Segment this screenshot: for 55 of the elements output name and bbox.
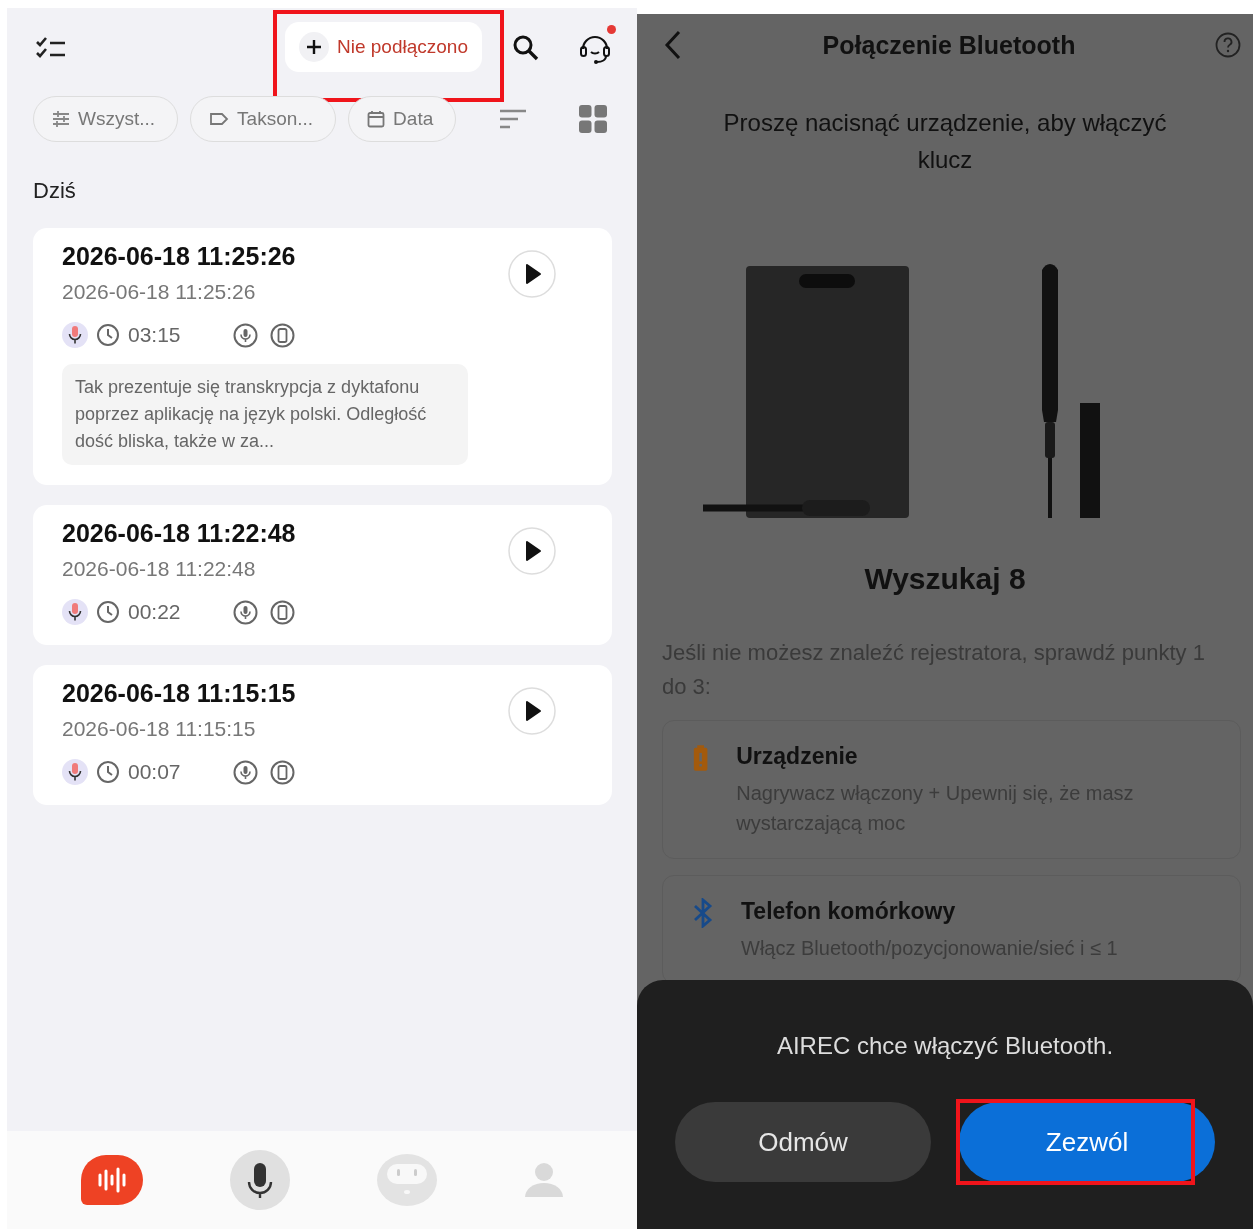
checklist-icon[interactable] bbox=[35, 36, 67, 60]
section-title: Dziś bbox=[32, 177, 77, 205]
recording-date: 2026-06-18 11:15:15 bbox=[62, 717, 257, 741]
recording-date: 2026-06-18 11:25:26 bbox=[62, 280, 257, 304]
transcript-excerpt: Tak prezentuje się transkrypcja z dyktafonu poprzez aplikację na język polski. Odległość dość bliska, także w za... bbox=[62, 364, 468, 465]
recording-title: 2026-06-18 11:22:48 bbox=[62, 519, 297, 548]
bluetooth-icon bbox=[693, 898, 713, 928]
microphone-avatar-icon bbox=[62, 759, 88, 785]
search-icon[interactable] bbox=[512, 34, 540, 62]
clock-icon bbox=[96, 760, 120, 784]
play-button[interactable] bbox=[508, 687, 556, 735]
tip-title: Urządzenie bbox=[736, 743, 859, 770]
recording-title: 2026-06-18 11:15:15 bbox=[62, 679, 297, 708]
microphone-icon bbox=[232, 759, 258, 785]
sort-icon[interactable] bbox=[499, 108, 527, 130]
connect-label: Nie podłączono bbox=[337, 36, 468, 58]
microphone-icon bbox=[232, 322, 258, 348]
filter-chip[interactable]: Wszyst... bbox=[33, 96, 179, 142]
clock-icon bbox=[96, 323, 120, 347]
recordings-tab-icon[interactable] bbox=[80, 1155, 143, 1205]
filter-chip[interactable]: Data bbox=[348, 96, 457, 142]
recording-card[interactable]: 2026-06-18 11:25:26 2026-06-18 11:25:26 03:15 Tak prezentuje się transkrypcja z dyktafonu poprzez aplikację na język polski. Odległość dość bliska, także w za... bbox=[33, 228, 612, 485]
phone-icon bbox=[269, 759, 295, 785]
screen-title: Połączenie Bluetooth bbox=[821, 30, 1077, 60]
plus-icon bbox=[299, 32, 329, 62]
search-status: Wyszukaj 8 bbox=[864, 562, 1026, 596]
microphone-avatar-icon bbox=[62, 599, 88, 625]
microphone-tab-icon[interactable] bbox=[229, 1150, 290, 1210]
tag-icon bbox=[209, 112, 230, 126]
duration-text: 00:07 bbox=[128, 760, 181, 784]
microphone-icon bbox=[232, 599, 258, 625]
help-icon[interactable] bbox=[1215, 32, 1241, 58]
tip-title: Telefon komórkowy bbox=[741, 898, 957, 925]
play-button[interactable] bbox=[508, 527, 556, 575]
allow-button[interactable]: Zezwól bbox=[959, 1102, 1215, 1182]
duration-text: 00:22 bbox=[128, 600, 181, 624]
phone-icon bbox=[269, 322, 295, 348]
microphone-avatar-icon bbox=[62, 322, 88, 348]
play-button[interactable] bbox=[508, 250, 556, 298]
duration-text: 03:15 bbox=[128, 323, 181, 347]
instruction-text: Proszę nacisnąć urządzenie, aby włączyć klucz bbox=[722, 108, 1168, 175]
recording-title: 2026-06-18 11:25:26 bbox=[62, 242, 297, 271]
deny-button[interactable]: Odmów bbox=[675, 1102, 931, 1182]
recording-card[interactable]: 2026-06-18 11:22:48 2026-06-18 11:22:48 00:22 bbox=[33, 505, 612, 645]
recording-date: 2026-06-18 11:22:48 bbox=[62, 557, 257, 581]
grid-view-icon[interactable] bbox=[579, 105, 607, 133]
connect-device-button[interactable]: Nie podłączono bbox=[285, 22, 482, 72]
calendar-icon bbox=[367, 110, 386, 128]
recording-card[interactable]: 2026-06-18 11:15:15 2026-06-18 11:15:15 00:07 bbox=[33, 665, 612, 805]
dialog-message: AIREC chce włączyć Bluetooth. bbox=[776, 1032, 1114, 1060]
battery-warning-icon bbox=[693, 743, 709, 773]
sliders-icon bbox=[52, 111, 70, 127]
phone-icon bbox=[269, 599, 295, 625]
clock-icon bbox=[96, 600, 120, 624]
filter-chip[interactable]: Takson... bbox=[190, 96, 337, 142]
